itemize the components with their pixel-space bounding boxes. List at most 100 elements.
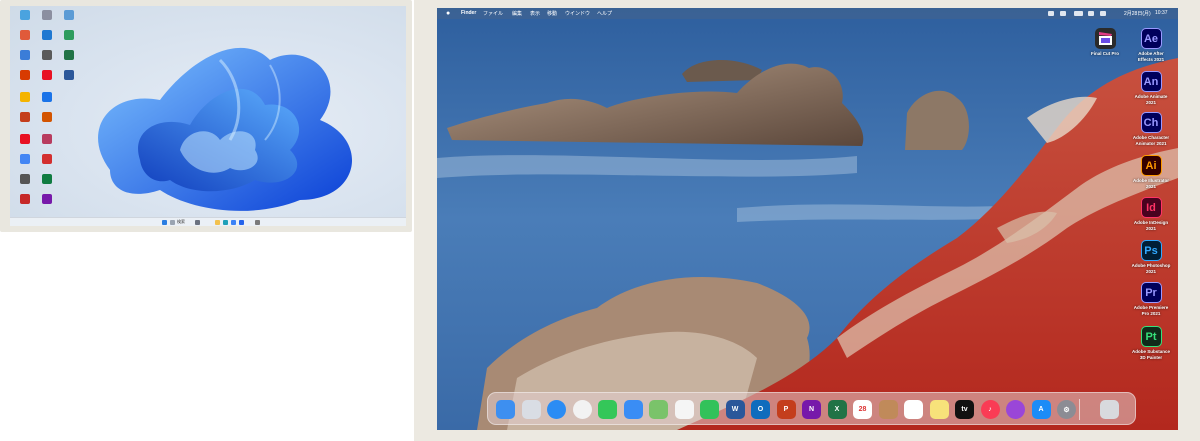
onenote-icon[interactable]: N xyxy=(802,400,821,419)
desktop-app-icon[interactable] xyxy=(20,174,30,184)
desktop-app-icon[interactable] xyxy=(20,30,30,40)
mail-icon[interactable] xyxy=(239,220,244,225)
desktop-app-label: Adobe Animate 2021 xyxy=(1134,94,1168,105)
settings-icon[interactable] xyxy=(255,220,260,225)
desktop-app-character-animator[interactable]: Ch Adobe Character Animator 2021 xyxy=(1121,112,1178,146)
desktop-app-icon[interactable] xyxy=(64,30,74,40)
desktop-app-label: Adobe Substance 3D Painter xyxy=(1131,349,1170,360)
battery-icon[interactable] xyxy=(1074,11,1083,16)
podcasts-icon[interactable] xyxy=(1006,400,1025,419)
word-icon[interactable]: W xyxy=(725,400,745,419)
dock-separator xyxy=(1078,399,1080,420)
desktop-app-icon[interactable] xyxy=(64,10,74,20)
desktop-app-icon[interactable] xyxy=(42,50,52,60)
desktop-app-premiere-pro[interactable]: Pr Adobe Premiere Pro 2021 xyxy=(1121,282,1178,316)
desktop-app-icon[interactable] xyxy=(20,92,30,102)
finder-icon[interactable] xyxy=(496,400,515,419)
chrome-icon[interactable] xyxy=(572,400,592,419)
desktop-app-icon[interactable] xyxy=(64,50,74,60)
desktop-app-animate[interactable]: An Adobe Animate 2021 xyxy=(1121,71,1178,105)
final-cut-pro-icon xyxy=(1094,28,1116,49)
desktop-app-label: Adobe Illustrator 2021 xyxy=(1132,178,1169,189)
powerpoint-icon[interactable]: P xyxy=(776,400,796,419)
file-explorer-icon[interactable] xyxy=(215,220,220,225)
safari-icon[interactable] xyxy=(547,400,566,419)
substance-painter-icon: Pt xyxy=(1140,326,1162,347)
desktop-app-icon[interactable] xyxy=(42,154,52,164)
indesign-icon: Id xyxy=(1140,197,1162,218)
calendar-icon[interactable]: 28 xyxy=(853,400,872,419)
mac-menu-bar: ● Finder ファイル 編集 表示 移動 ウインドウ ヘルプ 2月28日(月… xyxy=(437,8,1178,19)
after-effects-icon: Ae xyxy=(1140,28,1162,49)
trash-icon[interactable] xyxy=(1100,400,1119,419)
menu-help[interactable]: ヘルプ xyxy=(597,10,612,17)
mac-desktop: ● Finder ファイル 編集 表示 移動 ウインドウ ヘルプ 2月28日(月… xyxy=(437,8,1178,430)
store-icon[interactable] xyxy=(231,220,236,225)
desktop-app-icon[interactable] xyxy=(20,194,30,204)
desktop-app-icon[interactable] xyxy=(42,174,52,184)
desktop-app-label: Adobe Character Animator 2021 xyxy=(1132,135,1170,146)
menu-window[interactable]: ウインドウ xyxy=(565,10,590,17)
desktop-app-label: Adobe InDesign 2021 xyxy=(1133,220,1169,231)
launchpad-icon[interactable] xyxy=(521,400,541,419)
menu-view[interactable]: 表示 xyxy=(530,10,540,17)
desktop-app-icon[interactable] xyxy=(42,92,52,102)
task-view-icon[interactable] xyxy=(195,220,200,225)
edge-icon[interactable] xyxy=(223,220,228,225)
desktop-app-icon[interactable] xyxy=(42,10,52,20)
desktop-app-icon[interactable] xyxy=(42,112,52,122)
apple-tv-icon[interactable]: tv xyxy=(955,400,974,419)
system-preferences-icon[interactable]: ⚙ xyxy=(1057,400,1076,419)
character-animator-icon: Ch xyxy=(1140,112,1162,133)
desktop-app-label: Adobe Premiere Pro 2021 xyxy=(1133,305,1169,316)
maps-icon[interactable] xyxy=(649,400,668,419)
facetime-icon[interactable] xyxy=(700,400,719,419)
desktop-app-icon[interactable] xyxy=(20,50,30,60)
desktop-app-after-effects[interactable]: Ae Adobe After Effects 2021 xyxy=(1121,28,1178,62)
search-icon[interactable] xyxy=(1060,11,1066,16)
outlook-icon[interactable]: O xyxy=(751,400,770,419)
excel-icon[interactable]: X xyxy=(827,400,847,419)
apple-menu-icon[interactable]: ● xyxy=(446,10,450,17)
desktop-app-icon[interactable] xyxy=(20,70,30,80)
mail-icon[interactable] xyxy=(623,400,643,419)
menu-edit[interactable]: 編集 xyxy=(512,10,522,17)
app-store-icon[interactable]: A xyxy=(1031,400,1051,419)
search-icon[interactable] xyxy=(170,220,175,225)
menu-date[interactable]: 2月28日(月) xyxy=(1124,10,1151,17)
desktop-app-icon[interactable] xyxy=(42,194,52,204)
siri-icon[interactable] xyxy=(1100,11,1106,16)
reminders-icon[interactable] xyxy=(904,400,923,419)
desktop-app-icon[interactable] xyxy=(20,10,30,20)
music-icon[interactable]: ♪ xyxy=(980,400,1000,419)
photo-collage: 検索 ● Finder ファイル 編集 表示 移動 ウインドウ ヘルプ 2月28… xyxy=(0,0,1200,441)
notes-icon[interactable] xyxy=(929,400,949,419)
desktop-app-icon[interactable] xyxy=(42,30,52,40)
windows-start-icon[interactable] xyxy=(162,220,167,225)
photoshop-icon: Ps xyxy=(1140,240,1162,261)
messages-icon[interactable] xyxy=(598,400,617,419)
menu-go[interactable]: 移動 xyxy=(547,10,557,17)
contacts-icon[interactable] xyxy=(878,400,898,419)
windows-taskbar: 検索 xyxy=(10,217,406,226)
desktop-app-indesign[interactable]: Id Adobe InDesign 2021 xyxy=(1121,197,1178,231)
wifi-icon[interactable] xyxy=(1048,11,1054,16)
menu-app-name[interactable]: Finder xyxy=(461,10,476,16)
premiere-pro-icon: Pr xyxy=(1140,282,1162,303)
control-center-icon[interactable] xyxy=(1088,11,1094,16)
desktop-app-substance-painter[interactable]: Pt Adobe Substance 3D Painter xyxy=(1121,326,1178,360)
windows-bloom-wallpaper xyxy=(98,47,353,211)
taskbar-search-text[interactable]: 検索 xyxy=(177,219,185,225)
windows-desktop: 検索 xyxy=(10,6,406,226)
desktop-app-icon[interactable] xyxy=(64,70,74,80)
desktop-app-icon[interactable] xyxy=(20,154,30,164)
desktop-app-illustrator[interactable]: Ai Adobe Illustrator 2021 xyxy=(1121,155,1178,189)
photos-icon[interactable] xyxy=(674,400,694,419)
desktop-app-icon[interactable] xyxy=(20,112,30,122)
menu-time[interactable]: 10:37 xyxy=(1155,10,1168,16)
desktop-app-photoshop[interactable]: Ps Adobe Photoshop 2021 xyxy=(1121,240,1178,274)
desktop-app-icon[interactable] xyxy=(42,70,52,80)
desktop-app-icon[interactable] xyxy=(42,134,52,144)
desktop-app-icon[interactable] xyxy=(20,134,30,144)
menu-file[interactable]: ファイル xyxy=(483,10,503,17)
